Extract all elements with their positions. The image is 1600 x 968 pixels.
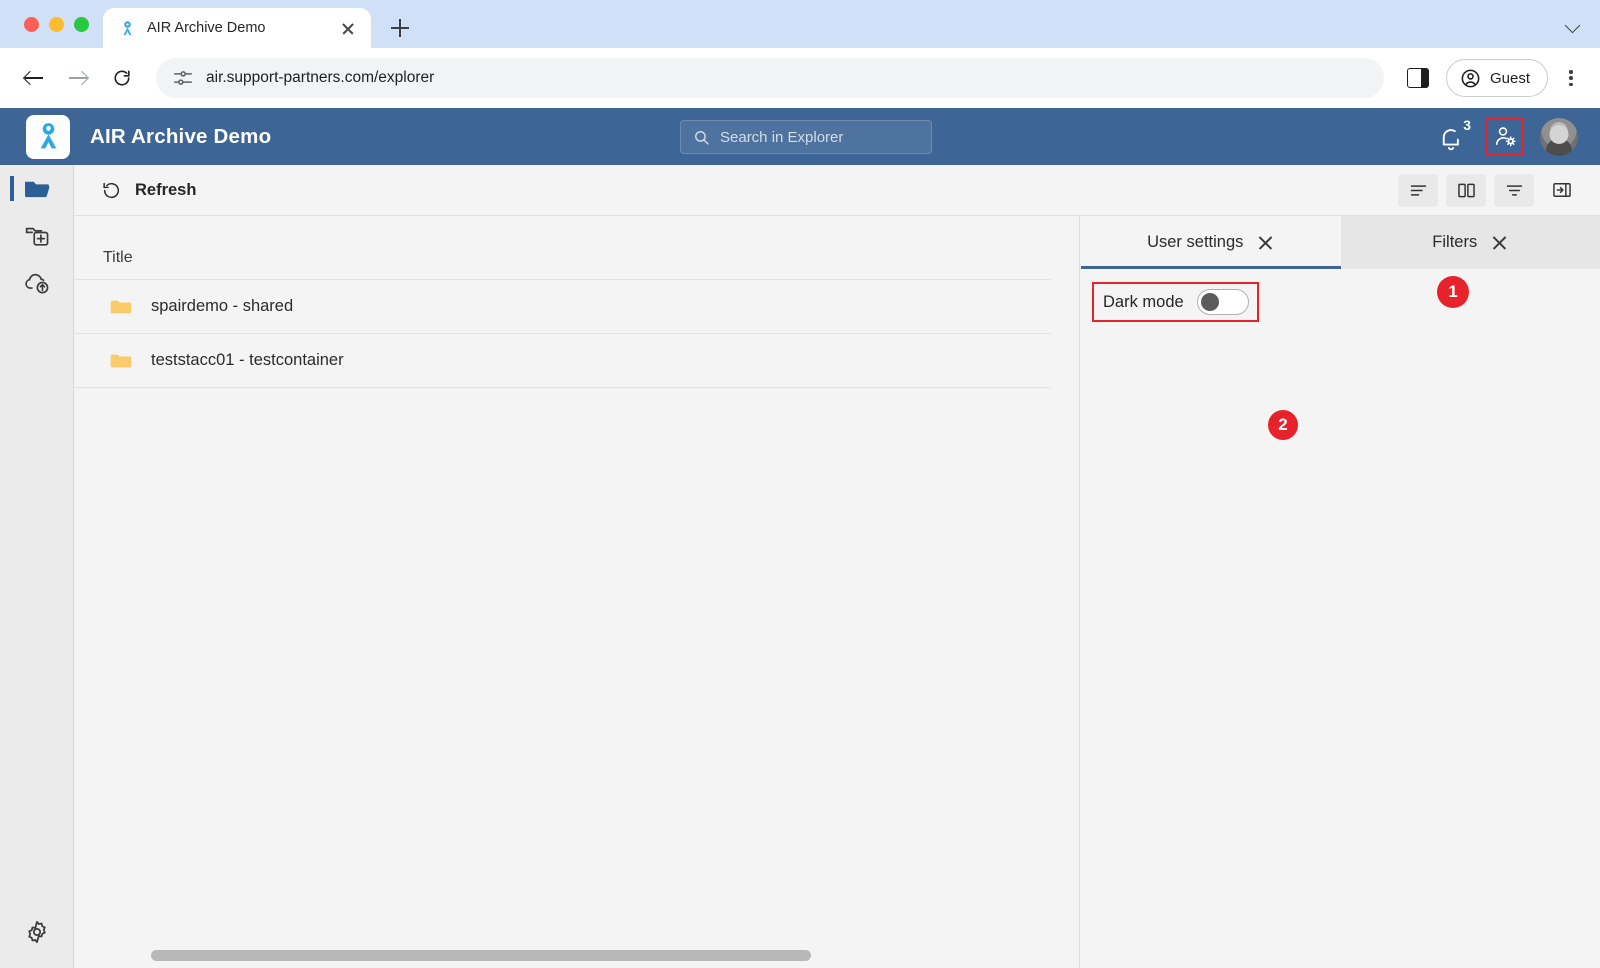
back-arrow-icon[interactable] — [14, 58, 54, 98]
browser-tab[interactable]: AIR Archive Demo — [103, 8, 371, 48]
chevron-down-icon[interactable] — [1560, 11, 1586, 37]
tab-filters-label: Filters — [1432, 233, 1478, 251]
close-icon[interactable] — [1257, 234, 1274, 251]
side-panel-tabs: User settings Filters — [1081, 216, 1600, 270]
list-view-icon[interactable] — [1398, 173, 1438, 207]
search-icon — [695, 130, 709, 145]
refresh-icon — [103, 182, 120, 198]
annotation-badge-2: 2 — [1268, 410, 1298, 440]
tab-user-settings-label: User settings — [1147, 233, 1244, 251]
table-cell-title: spairdemo - shared — [151, 297, 294, 315]
sidebar-item-explorer[interactable] — [0, 165, 74, 212]
panel-toggle-icon[interactable] — [1542, 174, 1582, 207]
browser-toolbar: air.support-partners.com/explorer Guest — [0, 48, 1600, 108]
gear-icon — [28, 920, 46, 944]
refresh-label: Refresh — [135, 180, 197, 199]
side-panel-icon[interactable] — [1398, 58, 1438, 98]
dark-mode-setting: Dark mode — [1092, 282, 1259, 322]
cloud-upload-icon — [24, 273, 48, 294]
profile-label: Guest — [1489, 69, 1530, 87]
horizontal-scrollbar[interactable] — [151, 950, 811, 961]
content-toolbar-actions — [1398, 173, 1582, 207]
close-icon[interactable] — [1491, 234, 1508, 251]
browser-toolbar-actions: Guest — [1398, 58, 1586, 98]
folder-icon — [110, 300, 132, 313]
maximize-window-button[interactable] — [74, 16, 89, 32]
notifications-button[interactable]: 3 — [1436, 116, 1471, 154]
app-header: AIR Archive Demo Search in Explorer 3 — [0, 108, 1600, 165]
sort-icon[interactable] — [1494, 173, 1534, 207]
dark-mode-label: Dark mode — [1103, 292, 1184, 311]
notification-count: 3 — [1463, 116, 1471, 133]
table-cell-title: teststacc01 - testcontainer — [151, 351, 344, 369]
file-list-header: Title — [75, 216, 1051, 280]
table-row[interactable]: spairdemo - shared — [75, 280, 1051, 334]
tab-filters[interactable]: Filters — [1340, 216, 1600, 269]
window-controls — [16, 0, 103, 48]
address-bar-url: air.support-partners.com/explorer — [206, 69, 435, 86]
table-row[interactable]: teststacc01 - testcontainer — [75, 334, 1051, 388]
sidebar-item-upload[interactable] — [0, 259, 74, 306]
left-rail — [0, 165, 74, 968]
site-settings-icon[interactable] — [172, 67, 194, 89]
dark-mode-toggle[interactable] — [1196, 289, 1249, 315]
column-header-title[interactable]: Title — [103, 249, 133, 267]
address-bar[interactable]: air.support-partners.com/explorer — [156, 58, 1384, 98]
plus-icon[interactable] — [383, 11, 417, 45]
page-title: AIR Archive Demo — [90, 124, 272, 148]
air-ribbon-logo-icon — [26, 114, 70, 159]
minimize-window-button[interactable] — [49, 16, 64, 32]
close-window-button[interactable] — [24, 16, 39, 32]
refresh-button[interactable]: Refresh — [101, 180, 196, 201]
folder-open-icon — [25, 181, 50, 197]
file-list: Title spairdemo - shared teststacc01 - t… — [75, 216, 1080, 968]
search-input[interactable]: Search in Explorer — [680, 120, 932, 154]
sidebar-item-settings[interactable] — [0, 918, 74, 946]
avatar[interactable] — [1540, 117, 1578, 156]
application: AIR Archive Demo Search in Explorer 3 Re… — [0, 108, 1600, 968]
kebab-menu-icon[interactable] — [1556, 61, 1586, 95]
browser-chrome: AIR Archive Demo air.support-partners.co… — [0, 0, 1600, 108]
air-logo-icon — [119, 20, 136, 37]
tabstrip-actions — [1560, 0, 1600, 48]
user-settings-icon[interactable] — [1486, 117, 1524, 156]
column-view-icon[interactable] — [1446, 173, 1486, 207]
annotation-badge-1: 1 — [1437, 276, 1469, 308]
profile-button[interactable]: Guest — [1445, 59, 1548, 97]
folder-icon — [110, 354, 132, 367]
tab-user-settings[interactable]: User settings — [1081, 216, 1341, 270]
browser-tab-title: AIR Archive Demo — [147, 20, 266, 36]
add-folder-icon — [25, 227, 48, 246]
search-placeholder: Search in Explorer — [720, 128, 844, 146]
sidebar-item-new-archive[interactable] — [0, 212, 74, 259]
browser-tabstrip: AIR Archive Demo — [0, 0, 1600, 48]
app-header-actions: 3 — [1436, 108, 1578, 165]
forward-arrow-icon[interactable] — [58, 58, 98, 98]
profile-icon — [1461, 69, 1480, 87]
reload-icon[interactable] — [102, 58, 142, 98]
side-panel: User settings Filters Dark mode — [1081, 216, 1600, 968]
close-icon[interactable] — [337, 17, 359, 39]
content-toolbar: Refresh — [75, 165, 1600, 216]
